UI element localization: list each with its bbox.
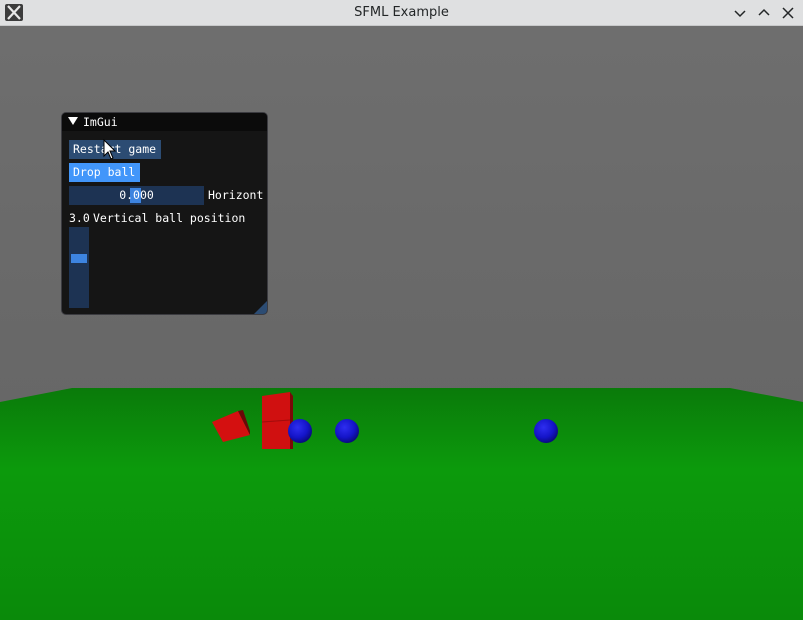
maximize-icon[interactable]: [754, 3, 774, 23]
vertical-slider-label: Vertical ball position: [93, 211, 246, 225]
horizontal-slider-label: Horizont: [208, 188, 264, 202]
vertical-position-slider[interactable]: [69, 227, 89, 308]
blue-sphere: [534, 419, 558, 443]
vertical-slider-value: 3.0: [69, 211, 90, 225]
mouse-cursor-icon: [103, 139, 117, 160]
blue-sphere: [335, 419, 359, 443]
window-titlebar: SFML Example: [0, 0, 803, 26]
minimize-icon[interactable]: [730, 3, 750, 23]
blue-sphere: [288, 419, 312, 443]
horizontal-position-slider[interactable]: 0.000: [69, 186, 204, 205]
game-viewport[interactable]: ImGui Restart game Drop ball 0.000 Horiz…: [0, 26, 803, 620]
horizontal-slider-value: 0.000: [119, 188, 154, 202]
close-icon[interactable]: [778, 3, 798, 23]
drop-ball-button[interactable]: Drop ball: [69, 163, 140, 182]
vertical-slider-grab[interactable]: [71, 254, 87, 263]
red-cube: [261, 392, 293, 449]
window-title: SFML Example: [354, 5, 449, 20]
ground-plane: [0, 388, 803, 620]
imgui-window[interactable]: ImGui Restart game Drop ball 0.000 Horiz…: [61, 112, 268, 315]
collapse-arrow-icon[interactable]: [68, 117, 78, 125]
imgui-titlebar[interactable]: ImGui: [62, 113, 267, 131]
imgui-title: ImGui: [83, 115, 118, 129]
resize-grip-icon[interactable]: [254, 301, 267, 314]
